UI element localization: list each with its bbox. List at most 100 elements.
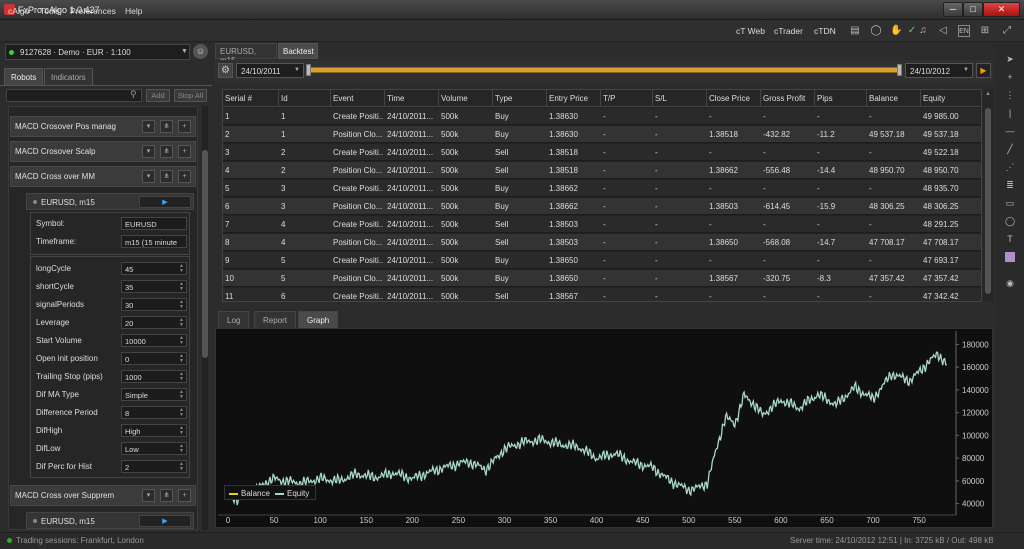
robot-tree-icon[interactable]: ⋔ <box>160 120 173 133</box>
robot-menu-icon[interactable]: ▾ <box>142 145 155 158</box>
param-input[interactable]: 2 ▲ ▼ <box>121 460 187 473</box>
cursor-icon[interactable]: ➤ <box>1003 52 1017 66</box>
stop-all-button[interactable]: Stop All <box>174 89 207 102</box>
table-row[interactable]: 4 2 Position Clo... 24/10/2011... 500k Sell 1.… <box>223 162 981 179</box>
instance-row[interactable]: EURUSD, m15 ▶ <box>26 193 194 210</box>
link-ctrader[interactable]: cTrader <box>774 26 803 36</box>
tab-chart[interactable]: EURUSD, m15 <box>215 43 277 65</box>
color-swatch-icon[interactable] <box>1005 252 1015 262</box>
tab-graph[interactable]: Graph <box>298 311 339 328</box>
fullscreen-icon[interactable]: ⤢ <box>1001 25 1013 37</box>
spinner-icon[interactable]: ▲ ▼ <box>179 300 184 310</box>
start-date-picker[interactable]: 24/10/2011 ▼ <box>236 63 304 78</box>
hand-icon[interactable]: ✋ <box>890 25 902 37</box>
table-row[interactable]: 10 5 Position Clo... 24/10/2011... 500k Buy 1.… <box>223 270 981 287</box>
date-range-slider[interactable] <box>308 67 902 73</box>
column-divider[interactable] <box>760 90 761 107</box>
ellipse-icon[interactable]: ◯ <box>1003 214 1017 228</box>
chat-icon[interactable]: ◯ <box>870 25 882 37</box>
column-divider[interactable] <box>814 90 815 107</box>
camera-icon[interactable]: ◉ <box>1003 276 1017 290</box>
maximize-button[interactable]: □ <box>963 2 983 17</box>
tab-report[interactable]: Report <box>254 311 297 328</box>
param-input[interactable]: Simple ▲ ▼ <box>121 388 187 401</box>
robot-row[interactable]: MACD Cross over Supprem ▾ ⋔ + <box>10 485 196 506</box>
robot-tree-icon[interactable]: ⋔ <box>160 489 173 502</box>
vertical-bar-icon[interactable]: | <box>1003 106 1017 120</box>
column-header[interactable]: Equity <box>923 94 945 103</box>
column-divider[interactable] <box>330 90 331 107</box>
robot-row[interactable]: MACD Cross over MM ▾ ⋔ + <box>10 166 196 187</box>
fibonacci-icon[interactable]: ≣ <box>1003 178 1017 192</box>
spinner-icon[interactable]: ▲ ▼ <box>179 390 184 400</box>
param-input[interactable]: 45 ▲ ▼ <box>121 262 187 275</box>
spinner-icon[interactable]: ▲ ▼ <box>179 264 184 274</box>
param-input[interactable]: 10000 ▲ ▼ <box>121 334 187 347</box>
column-header[interactable]: Time <box>387 94 404 103</box>
add-instance-icon[interactable]: + <box>178 120 191 133</box>
text-icon[interactable]: T <box>1003 232 1017 246</box>
column-divider[interactable] <box>546 90 547 107</box>
column-header[interactable]: Event <box>333 94 353 103</box>
column-header[interactable]: Serial # <box>225 94 252 103</box>
add-instance-icon[interactable]: + <box>178 489 191 502</box>
document-icon[interactable]: ▤ <box>849 25 861 37</box>
menu-help[interactable]: Help <box>125 6 142 16</box>
speaker-icon[interactable]: ◁ <box>937 25 949 37</box>
instance-row[interactable]: EURUSD, m15 ▶ <box>26 512 194 529</box>
bell-icon[interactable]: ♫ <box>917 25 929 37</box>
column-header[interactable]: Balance <box>869 94 898 103</box>
rectangle-icon[interactable]: ▭ <box>1003 196 1017 210</box>
table-row[interactable]: 11 6 Create Positi... 24/10/2011... 500k Sell… <box>223 288 981 301</box>
timeframe-select[interactable]: m15 (15 minute <box>121 235 187 248</box>
gear-icon[interactable]: ⚙ <box>218 63 233 78</box>
column-header[interactable]: Pips <box>817 94 833 103</box>
menu-preferences[interactable]: Preferences <box>70 6 116 16</box>
vertical-line-icon[interactable]: ⋮ <box>1003 88 1017 102</box>
column-divider[interactable] <box>492 90 493 107</box>
pitchfork-icon[interactable]: ⋰ <box>1003 160 1017 174</box>
spinner-icon[interactable]: ▲ ▼ <box>179 426 184 436</box>
robot-row[interactable]: MACD Crosover Pos manag ▾ ⋔ + <box>10 116 196 137</box>
column-divider[interactable] <box>278 90 279 107</box>
table-row[interactable]: 5 3 Create Positi... 24/10/2011... 500k Buy 1.… <box>223 180 981 197</box>
account-select[interactable]: 9127628 · Demo · EUR · 1:100 <box>5 44 190 60</box>
minimize-button[interactable]: ─ <box>943 2 963 17</box>
robot-menu-icon[interactable]: ▾ <box>142 120 155 133</box>
table-row[interactable]: 8 4 Position Clo... 24/10/2011... 500k Sell 1.… <box>223 234 981 251</box>
add-button[interactable]: Add <box>146 89 170 102</box>
spinner-icon[interactable]: ▲ ▼ <box>179 372 184 382</box>
param-input[interactable]: 1000 ▲ ▼ <box>121 370 187 383</box>
menu-tools[interactable]: Tools <box>40 6 60 16</box>
param-input[interactable]: 35 ▲ ▼ <box>121 280 187 293</box>
crosshair-icon[interactable]: + <box>1003 70 1017 84</box>
slider-end-handle[interactable] <box>897 64 902 76</box>
menu-calgo[interactable]: cAlgo <box>8 6 29 16</box>
robot-menu-icon[interactable]: ▾ <box>142 489 155 502</box>
spinner-icon[interactable]: ▲ ▼ <box>179 444 184 454</box>
add-instance-icon[interactable]: + <box>178 170 191 183</box>
column-divider[interactable] <box>384 90 385 107</box>
table-row[interactable]: 3 2 Create Positi... 24/10/2011... 500k Sell 1… <box>223 144 981 161</box>
table-row[interactable]: 1 1 Create Positi... 24/10/2011... 500k Buy 1.… <box>223 108 981 125</box>
column-divider[interactable] <box>600 90 601 107</box>
spinner-icon[interactable]: ▲ ▼ <box>179 318 184 328</box>
column-header[interactable]: Id <box>281 94 288 103</box>
param-input[interactable]: 8 ▲ ▼ <box>121 406 187 419</box>
link-ct-web[interactable]: cT Web <box>736 26 765 36</box>
column-header[interactable]: Gross Profit <box>763 94 805 103</box>
symbol-select[interactable]: EURUSD <box>121 217 187 230</box>
tab-log[interactable]: Log <box>218 311 250 328</box>
zoom-icon[interactable]: ⊞ <box>979 25 991 37</box>
tab-backtest[interactable]: Backtest <box>278 43 318 59</box>
slider-start-handle[interactable] <box>306 64 311 76</box>
play-icon[interactable]: ▶ <box>139 196 191 208</box>
column-header[interactable]: Type <box>495 94 512 103</box>
horizontal-line-icon[interactable]: — <box>1003 124 1017 138</box>
add-instance-icon[interactable]: + <box>178 145 191 158</box>
spinner-icon[interactable]: ▲ ▼ <box>179 282 184 292</box>
left-scrollbar-thumb[interactable] <box>202 150 208 358</box>
robot-search-input[interactable] <box>6 89 142 102</box>
column-header[interactable]: Entry Price <box>549 94 588 103</box>
table-row[interactable]: 7 4 Create Positi... 24/10/2011... 500k Sell 1… <box>223 216 981 233</box>
